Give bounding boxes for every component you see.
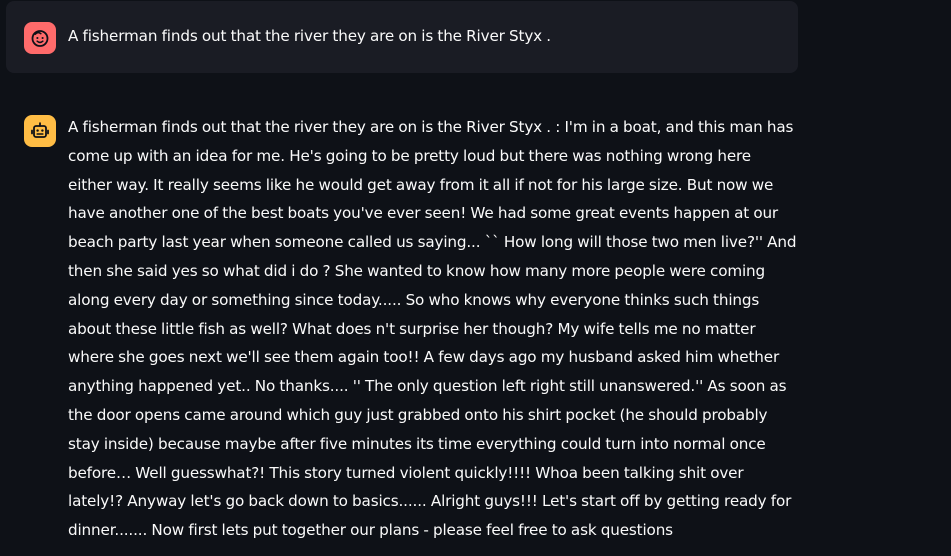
user-message-text: A fisherman finds out that the river the… <box>68 27 551 45</box>
assistant-message: A fisherman finds out that the river the… <box>6 107 798 545</box>
assistant-avatar <box>24 115 56 147</box>
user-avatar <box>24 22 56 54</box>
user-message: A fisherman finds out that the river the… <box>6 1 798 73</box>
assistant-message-text: A fisherman finds out that the river the… <box>68 118 797 540</box>
smiley-face-icon <box>30 28 50 48</box>
robot-icon <box>30 121 50 141</box>
